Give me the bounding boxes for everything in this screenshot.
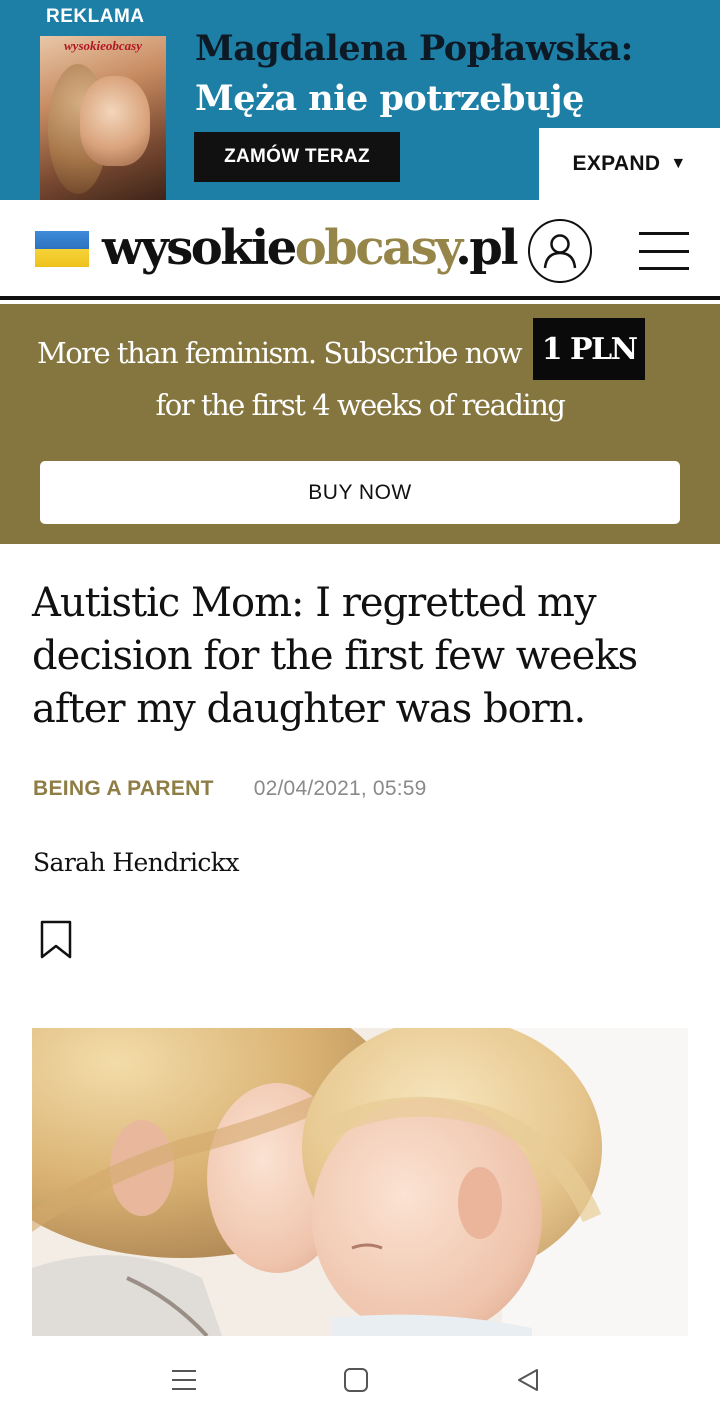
ad-order-button[interactable]: ZAMÓW TERAZ: [194, 132, 400, 182]
promo-text-line2: for the first 4 weeks of reading: [155, 388, 566, 422]
article-date: 02/04/2021, 05:59: [253, 777, 427, 800]
triangle-down-icon: ▼: [670, 155, 687, 172]
back-triangle-icon: [518, 1369, 538, 1391]
buy-now-button[interactable]: BUY NOW: [40, 461, 680, 524]
ad-expand-label: EXPAND: [572, 152, 661, 175]
article-category-link[interactable]: BEING A PARENT: [33, 777, 214, 801]
home-button[interactable]: [336, 1362, 376, 1398]
ukraine-flag-icon: [35, 231, 89, 267]
recent-apps-button[interactable]: [164, 1362, 204, 1398]
user-icon: [543, 234, 577, 269]
ad-headline-line1: Magdalena Popławska:: [195, 28, 633, 69]
mother-child-photo: [32, 1028, 688, 1336]
bookmark-icon: [40, 920, 72, 959]
ad-headline: Magdalena Popławska: Męża nie potrzebuję: [195, 24, 695, 124]
home-square-icon: [344, 1368, 368, 1392]
ad-banner[interactable]: REKLAMA wysokieobcasy Magdalena Popławsk…: [0, 0, 720, 200]
cover-magazine-title: wysokieobcasy: [64, 38, 142, 53]
promo-headline-row: More than feminism. Subscribe now 1 PLN: [37, 318, 697, 380]
logo-part-wysokie: wysokie: [102, 220, 297, 276]
logo-part-obcasy: obcasy: [294, 220, 458, 276]
user-account-button[interactable]: [528, 219, 592, 283]
cover-face-shape: [80, 76, 150, 166]
recent-apps-icon: [172, 1370, 196, 1390]
ad-label: REKLAMA: [46, 6, 145, 27]
ad-expand-button[interactable]: EXPAND ▼: [539, 128, 720, 200]
promo-text-line1: More than feminism. Subscribe now: [37, 336, 523, 370]
logo-part-domain: .pl: [455, 220, 519, 276]
article-title: Autistic Mom: I regretted my decision fo…: [32, 580, 638, 732]
article-author[interactable]: Sarah Hendrickx: [33, 848, 239, 877]
hamburger-menu-icon[interactable]: [639, 232, 689, 270]
site-logo[interactable]: wysokieobcasy.pl: [102, 218, 519, 278]
back-button[interactable]: [508, 1362, 548, 1398]
article-hero-image: [32, 1028, 688, 1336]
ad-headline-line2: Męża nie potrzebuję: [195, 78, 584, 119]
bookmark-button[interactable]: [40, 920, 72, 960]
promo-price-badge: 1 PLN: [533, 318, 646, 380]
article-meta: BEING A PARENT 02/04/2021, 05:59: [33, 774, 427, 804]
magazine-cover-image: wysokieobcasy: [40, 36, 166, 200]
